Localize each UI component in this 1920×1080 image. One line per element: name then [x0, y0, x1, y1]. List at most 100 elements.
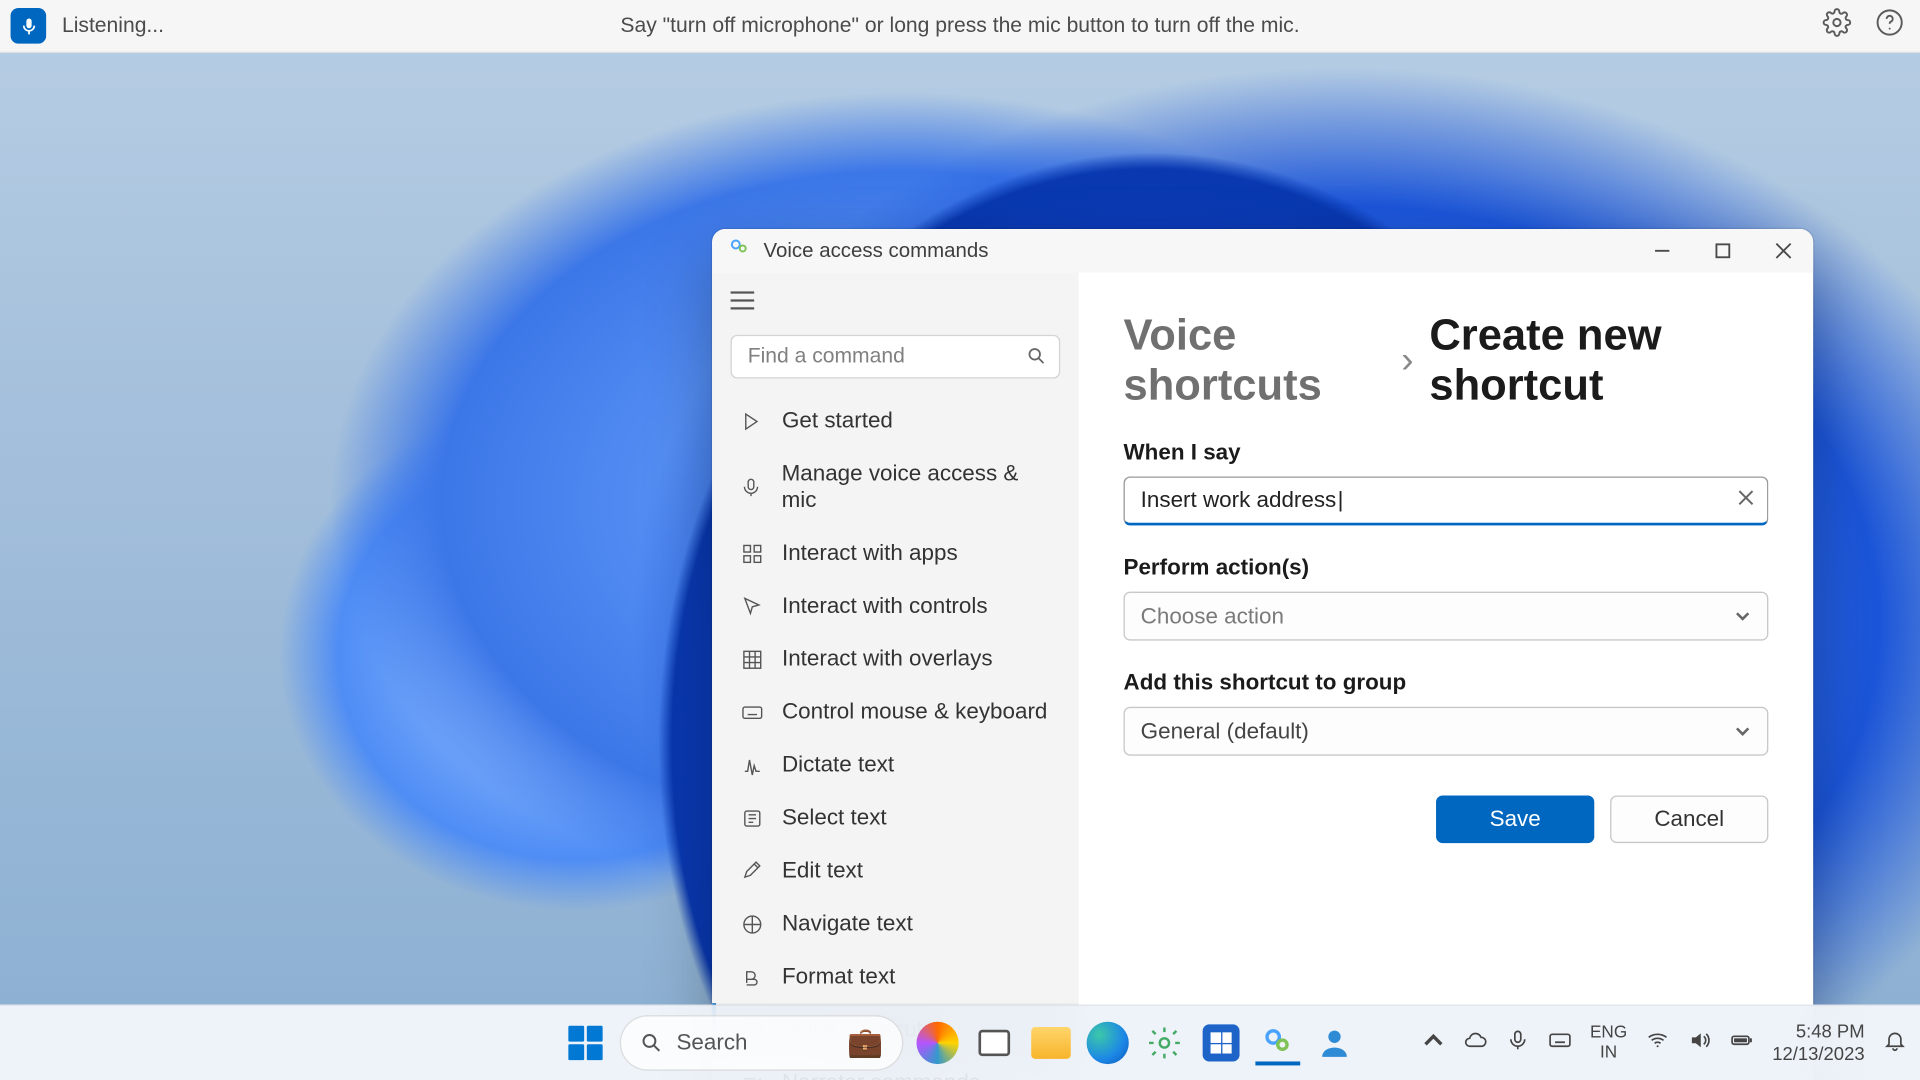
- group-value: General (default): [1141, 718, 1309, 744]
- sidebar-item-label: Edit text: [782, 858, 863, 884]
- taskbar-app-taskview[interactable]: [972, 1020, 1017, 1065]
- taskbar-app-explorer[interactable]: [1029, 1020, 1074, 1065]
- cursor-icon: [740, 595, 764, 618]
- minimize-button[interactable]: [1631, 229, 1692, 273]
- tray-volume-icon[interactable]: [1688, 1028, 1712, 1058]
- gear-icon: [1822, 8, 1851, 37]
- system-tray: ENG IN 5:48 PM 12/13/2023: [1421, 1020, 1907, 1066]
- search-highlight-icon: 💼: [847, 1026, 883, 1060]
- taskbar-app-store[interactable]: [1199, 1020, 1244, 1065]
- tray-clock[interactable]: 5:48 PM 12/13/2023: [1772, 1020, 1864, 1066]
- sidebar-item-label: Dictate text: [782, 752, 894, 778]
- window-title: Voice access commands: [764, 239, 989, 263]
- clear-icon: [1738, 490, 1754, 506]
- maximize-icon: [1714, 242, 1731, 259]
- sidebar-item-label: Interact with controls: [782, 593, 988, 619]
- search-icon: [1026, 345, 1047, 373]
- tray-notifications-icon[interactable]: [1883, 1028, 1907, 1058]
- taskbar-app-edge[interactable]: [1085, 1020, 1130, 1065]
- chevron-down-icon: [1734, 608, 1751, 625]
- grid-icon: [740, 648, 764, 671]
- breadcrumb-root[interactable]: Voice shortcuts: [1124, 310, 1386, 411]
- group-dropdown[interactable]: General (default): [1124, 707, 1769, 756]
- sidebar-item-format-text[interactable]: Format text: [712, 950, 1079, 1003]
- choose-action-placeholder: Choose action: [1141, 603, 1284, 629]
- voice-access-commands-window: Voice access commands Get started Manage …: [712, 229, 1813, 1080]
- chevron-down-icon: [1734, 723, 1751, 740]
- mic-icon: [740, 476, 763, 499]
- voice-access-icon: [1259, 1022, 1296, 1059]
- keyboard-icon: [1548, 1028, 1572, 1052]
- minimize-icon: [1653, 242, 1670, 259]
- taskbar-app-voice-access[interactable]: [1255, 1020, 1300, 1065]
- sidebar-item-navigate-text[interactable]: Navigate text: [712, 897, 1079, 950]
- sidebar-item-label: Interact with apps: [782, 540, 958, 566]
- battery-icon: [1730, 1028, 1754, 1052]
- sidebar-toggle[interactable]: [712, 273, 1079, 327]
- tray-language[interactable]: ENG IN: [1590, 1023, 1627, 1063]
- tray-microphone-icon[interactable]: [1506, 1028, 1530, 1058]
- voice-access-status: Listening...: [62, 14, 164, 38]
- command-search[interactable]: [731, 335, 1061, 379]
- tray-onedrive-icon[interactable]: [1463, 1028, 1487, 1058]
- voice-access-hint: Say "turn off microphone" or long press …: [620, 14, 1299, 38]
- sidebar-item-label: Get started: [782, 408, 893, 434]
- speaker-icon: [1688, 1028, 1712, 1052]
- settings-button[interactable]: [1822, 8, 1851, 44]
- when-i-say-label: When I say: [1124, 439, 1769, 465]
- tray-overflow[interactable]: [1421, 1028, 1445, 1058]
- taskbar-search-placeholder: Search: [676, 1030, 747, 1056]
- sidebar-item-label: Interact with overlays: [782, 646, 993, 672]
- bell-icon: [1883, 1028, 1907, 1052]
- choose-action-dropdown[interactable]: Choose action: [1124, 592, 1769, 641]
- sidebar-item-interact-with-controls[interactable]: Interact with controls: [712, 580, 1079, 633]
- maximize-button[interactable]: [1692, 229, 1753, 273]
- taskbar-app-feedback[interactable]: [1312, 1020, 1357, 1065]
- microphone-button[interactable]: [11, 8, 47, 44]
- dictate-icon: [740, 754, 764, 777]
- breadcrumb: Voice shortcuts › Create new shortcut: [1124, 310, 1769, 411]
- content-pane: Voice shortcuts › Create new shortcut Wh…: [1079, 273, 1814, 1080]
- taskbar-app-copilot[interactable]: [915, 1020, 960, 1065]
- apps-icon: [740, 542, 764, 565]
- sidebar-item-get-started[interactable]: Get started: [712, 394, 1079, 447]
- save-button[interactable]: Save: [1436, 795, 1594, 843]
- select-icon: [740, 807, 764, 830]
- gear-icon: [1146, 1024, 1183, 1061]
- search-icon: [640, 1031, 664, 1055]
- sidebar-item-manage-voice-access-mic[interactable]: Manage voice access & mic: [712, 447, 1079, 526]
- clear-input-button[interactable]: [1738, 488, 1754, 512]
- microphone-icon: [1506, 1028, 1530, 1052]
- help-button[interactable]: [1875, 8, 1904, 44]
- close-icon: [1774, 242, 1791, 259]
- taskbar: Search 💼 ENG IN 5:48 PM 12/13/2023: [0, 1005, 1920, 1080]
- sidebar-item-interact-with-apps[interactable]: Interact with apps: [712, 527, 1079, 580]
- tray-wifi-icon[interactable]: [1646, 1028, 1670, 1058]
- sidebar-item-interact-with-overlays[interactable]: Interact with overlays: [712, 633, 1079, 686]
- tray-keyboard-icon[interactable]: [1548, 1028, 1572, 1058]
- titlebar[interactable]: Voice access commands: [712, 229, 1813, 273]
- edit-icon: [740, 860, 764, 883]
- taskbar-app-settings[interactable]: [1142, 1020, 1187, 1065]
- taskbar-search[interactable]: Search 💼: [620, 1015, 904, 1071]
- sidebar-item-select-text[interactable]: Select text: [712, 791, 1079, 844]
- keyboard-icon: [740, 701, 764, 724]
- sidebar-item-dictate-text[interactable]: Dictate text: [712, 739, 1079, 792]
- hamburger-icon: [731, 291, 755, 310]
- command-search-input[interactable]: [731, 335, 1061, 379]
- play-icon: [740, 410, 764, 433]
- person-icon: [1316, 1024, 1353, 1061]
- close-button[interactable]: [1753, 229, 1814, 273]
- start-button[interactable]: [563, 1020, 608, 1065]
- sidebar-item-label: Control mouse & keyboard: [782, 699, 1047, 725]
- when-i-say-field[interactable]: Insert work address: [1124, 476, 1769, 525]
- voice-access-bar: Listening... Say "turn off microphone" o…: [0, 0, 1920, 53]
- cancel-button[interactable]: Cancel: [1610, 795, 1768, 843]
- sidebar-item-edit-text[interactable]: Edit text: [712, 844, 1079, 897]
- sidebar-item-control-mouse-keyboard[interactable]: Control mouse & keyboard: [712, 686, 1079, 739]
- add-to-group-label: Add this shortcut to group: [1124, 670, 1769, 696]
- help-icon: [1875, 8, 1904, 37]
- breadcrumb-leaf: Create new shortcut: [1429, 310, 1768, 411]
- nav-icon: [740, 913, 764, 936]
- tray-battery-icon[interactable]: [1730, 1028, 1754, 1058]
